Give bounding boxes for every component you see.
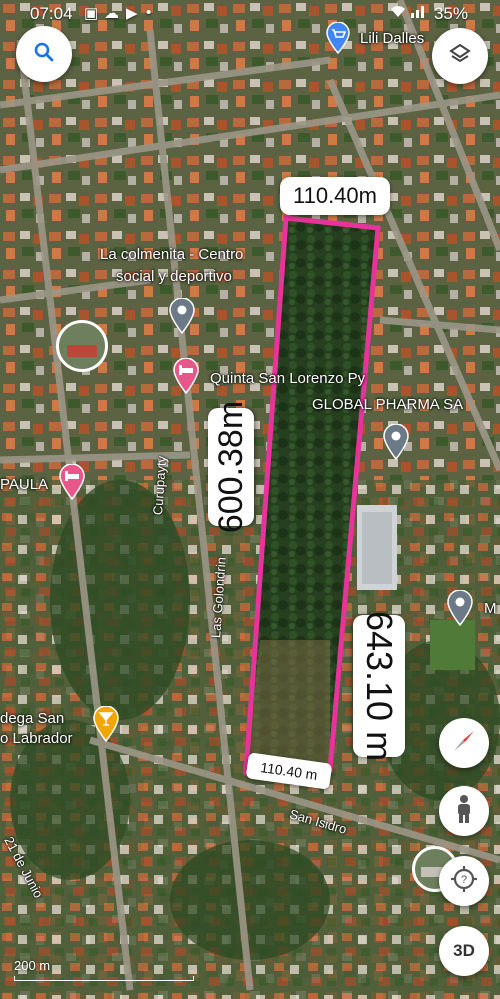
status-bar: 07:04 ▣ ☁ ▶ • 35%: [0, 0, 500, 28]
street-view-person-icon: [453, 794, 475, 829]
place-label-global-pharma[interactable]: GLOBAL PHARMA SA: [312, 396, 463, 413]
3d-toggle-button[interactable]: 3D: [439, 926, 489, 976]
place-label-quinta-san-lorenzo[interactable]: Quinta San Lorenzo Py: [210, 370, 365, 387]
place-pin-icon[interactable]: [446, 589, 474, 631]
measurement-left-side: 600.38m: [208, 401, 254, 533]
location-icon: ?: [450, 865, 478, 898]
place-label-bodega-2[interactable]: o Labrador: [0, 730, 73, 747]
scale-label: 200 m: [14, 958, 51, 973]
more-dots-icon: •: [146, 4, 152, 21]
measurement-right-side: 643.10 m: [353, 611, 405, 761]
youtube-icon: ▶: [126, 5, 138, 22]
street-view-button[interactable]: [439, 786, 489, 836]
hotel-pin-icon[interactable]: [172, 357, 200, 399]
clock: 07:04: [30, 4, 73, 23]
shopping-cart-pin-icon[interactable]: [325, 21, 351, 59]
street-view-thumbnail[interactable]: [56, 320, 108, 372]
search-button[interactable]: [16, 26, 72, 82]
scale-bar: 200 m: [14, 958, 194, 981]
search-icon: [33, 41, 55, 68]
battery-level: 35%: [433, 4, 468, 23]
compass-button[interactable]: [439, 718, 489, 768]
cloud-icon: ☁: [104, 5, 119, 22]
layers-button[interactable]: [432, 28, 488, 84]
hotel-pin-icon[interactable]: [58, 463, 86, 505]
my-location-button[interactable]: ?: [439, 856, 489, 906]
svg-text:?: ?: [461, 874, 467, 886]
compass-icon: [450, 727, 478, 760]
gallery-notification-icon: ▣: [84, 5, 99, 22]
layers-icon: [448, 42, 472, 71]
place-pin-icon[interactable]: [382, 423, 410, 465]
measurement-top-edge: 110.40m: [280, 177, 390, 215]
place-label-la-colmenita-2[interactable]: social y deportivo: [116, 268, 232, 285]
place-label-paula[interactable]: PAULA: [0, 476, 48, 493]
place-pin-icon[interactable]: [168, 297, 196, 339]
place-label-partial[interactable]: M: [484, 600, 497, 617]
bar-pin-icon[interactable]: [92, 705, 120, 747]
place-label-lili-dalles[interactable]: Lili Dalles: [360, 30, 424, 47]
signal-icon: [410, 4, 426, 22]
place-label-la-colmenita-1[interactable]: La colmenita - Centro: [100, 246, 243, 263]
place-label-bodega-1[interactable]: dega San: [0, 710, 64, 727]
wifi-icon: [390, 4, 406, 22]
scale-bar-line: [14, 976, 194, 981]
